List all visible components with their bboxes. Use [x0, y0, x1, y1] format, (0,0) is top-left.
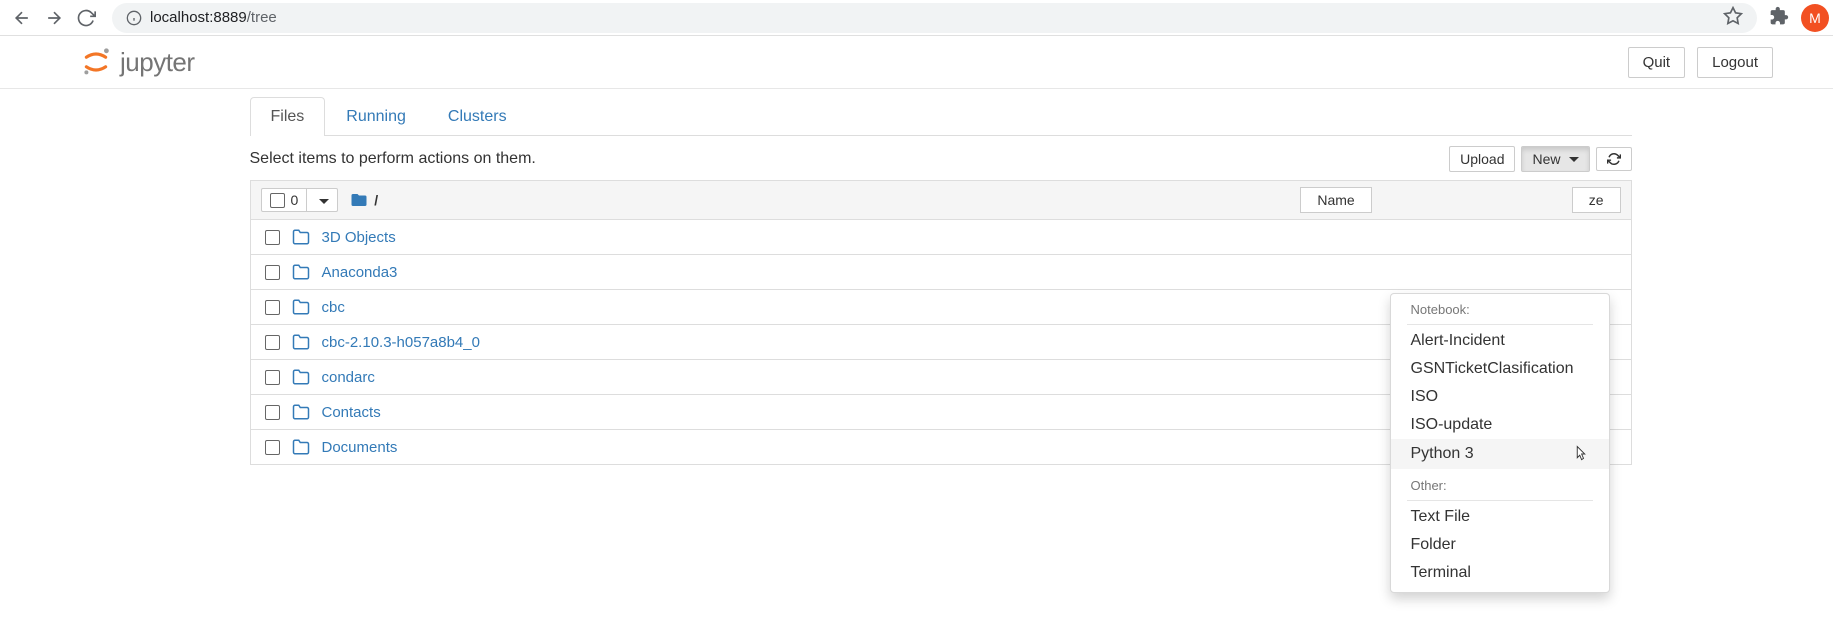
file-name[interactable]: condarc [322, 369, 375, 386]
column-size[interactable]: ze [1572, 187, 1621, 213]
row-checkbox[interactable] [265, 440, 280, 455]
site-info-icon[interactable] [126, 10, 142, 26]
row-checkbox[interactable] [265, 335, 280, 350]
folder-outline-icon [292, 298, 310, 316]
select-all-box[interactable]: 0 [261, 188, 308, 212]
column-name[interactable]: Name [1300, 187, 1371, 213]
menu-item-folder[interactable]: Folder [1391, 531, 1609, 559]
select-all-checkbox[interactable] [270, 193, 285, 208]
list-item[interactable]: Anaconda3 [250, 255, 1632, 290]
row-checkbox[interactable] [265, 230, 280, 245]
dropdown-header-notebook: Notebook: [1391, 299, 1609, 320]
toolbar-right: Upload New [1449, 146, 1631, 172]
folder-outline-icon [292, 263, 310, 281]
menu-item-terminal[interactable]: Terminal [1391, 559, 1609, 587]
file-name[interactable]: 3D Objects [322, 229, 396, 246]
logout-button[interactable]: Logout [1697, 47, 1773, 78]
new-button[interactable]: New [1521, 146, 1589, 172]
browser-chrome: localhost:8889/tree M [0, 0, 1833, 36]
folder-outline-icon [292, 368, 310, 386]
jupyter-logo-icon [80, 46, 112, 78]
tabs: Files Running Clusters [250, 97, 1632, 136]
select-group: 0 [261, 188, 339, 212]
menu-item-iso-update[interactable]: ISO-update [1391, 411, 1609, 439]
tab-clusters[interactable]: Clusters [427, 97, 528, 136]
caret-down-icon [1569, 157, 1579, 162]
folder-outline-icon [292, 438, 310, 456]
breadcrumb[interactable]: / [350, 191, 378, 209]
row-checkbox[interactable] [265, 300, 280, 315]
jupyter-header: jupyter Quit Logout [0, 36, 1833, 89]
dropdown-divider [1407, 500, 1593, 501]
tab-files[interactable]: Files [250, 97, 326, 136]
caret-down-icon [319, 199, 329, 204]
instruction-text: Select items to perform actions on them. [250, 150, 536, 168]
menu-item-python3-label: Python 3 [1411, 445, 1474, 463]
browser-right-icons: M [1769, 4, 1825, 32]
select-dropdown[interactable] [307, 188, 338, 212]
column-headers: Name ze [1300, 187, 1620, 213]
file-name[interactable]: Anaconda3 [322, 264, 398, 281]
jupyter-logo-text: jupyter [120, 47, 195, 78]
file-name[interactable]: Documents [322, 439, 398, 456]
folder-outline-icon [292, 333, 310, 351]
back-button[interactable] [8, 4, 36, 32]
url-text: localhost:8889/tree [150, 9, 277, 26]
header-buttons: Quit Logout [1628, 47, 1813, 78]
dropdown-header-other: Other: [1391, 475, 1609, 496]
folder-outline-icon [292, 228, 310, 246]
menu-item-python3[interactable]: Python 3 [1391, 439, 1609, 469]
breadcrumb-root: / [374, 192, 378, 208]
cursor-pointer-icon [1573, 444, 1589, 464]
file-name[interactable]: Contacts [322, 404, 381, 421]
menu-item-gsn-ticket[interactable]: GSNTicketClasification [1391, 355, 1609, 383]
list-item[interactable]: 3D Objects [250, 220, 1632, 255]
folder-outline-icon [292, 403, 310, 421]
dropdown-divider [1407, 324, 1593, 325]
quit-button[interactable]: Quit [1628, 47, 1686, 78]
upload-button[interactable]: Upload [1449, 146, 1515, 172]
menu-item-text-file[interactable]: Text File [1391, 503, 1609, 531]
folder-icon [350, 191, 368, 209]
avatar-letter: M [1809, 10, 1821, 26]
url-host: localhost:8889 [150, 9, 247, 26]
refresh-button[interactable] [1596, 147, 1632, 171]
jupyter-logo[interactable]: jupyter [80, 46, 195, 78]
main-container: Files Running Clusters Select items to p… [182, 97, 1652, 465]
tab-running[interactable]: Running [325, 97, 427, 136]
row-checkbox[interactable] [265, 265, 280, 280]
forward-button[interactable] [40, 4, 68, 32]
new-button-label: New [1532, 151, 1560, 167]
list-header: 0 / Name ze [250, 180, 1632, 220]
file-name[interactable]: cbc [322, 299, 345, 316]
url-path: /tree [247, 9, 277, 26]
row-checkbox[interactable] [265, 370, 280, 385]
star-icon[interactable] [1723, 6, 1743, 29]
toolbar: Select items to perform actions on them.… [250, 136, 1632, 180]
address-bar[interactable]: localhost:8889/tree [112, 3, 1757, 33]
selected-count: 0 [291, 192, 299, 208]
file-name[interactable]: cbc-2.10.3-h057a8b4_0 [322, 334, 480, 351]
extensions-icon[interactable] [1769, 6, 1789, 29]
row-checkbox[interactable] [265, 405, 280, 420]
reload-button[interactable] [72, 4, 100, 32]
menu-item-alert-incident[interactable]: Alert-Incident [1391, 327, 1609, 355]
menu-item-iso[interactable]: ISO [1391, 383, 1609, 411]
new-dropdown-menu: Notebook: Alert-Incident GSNTicketClasif… [1390, 293, 1610, 593]
profile-avatar[interactable]: M [1801, 4, 1829, 32]
refresh-icon [1607, 152, 1621, 166]
